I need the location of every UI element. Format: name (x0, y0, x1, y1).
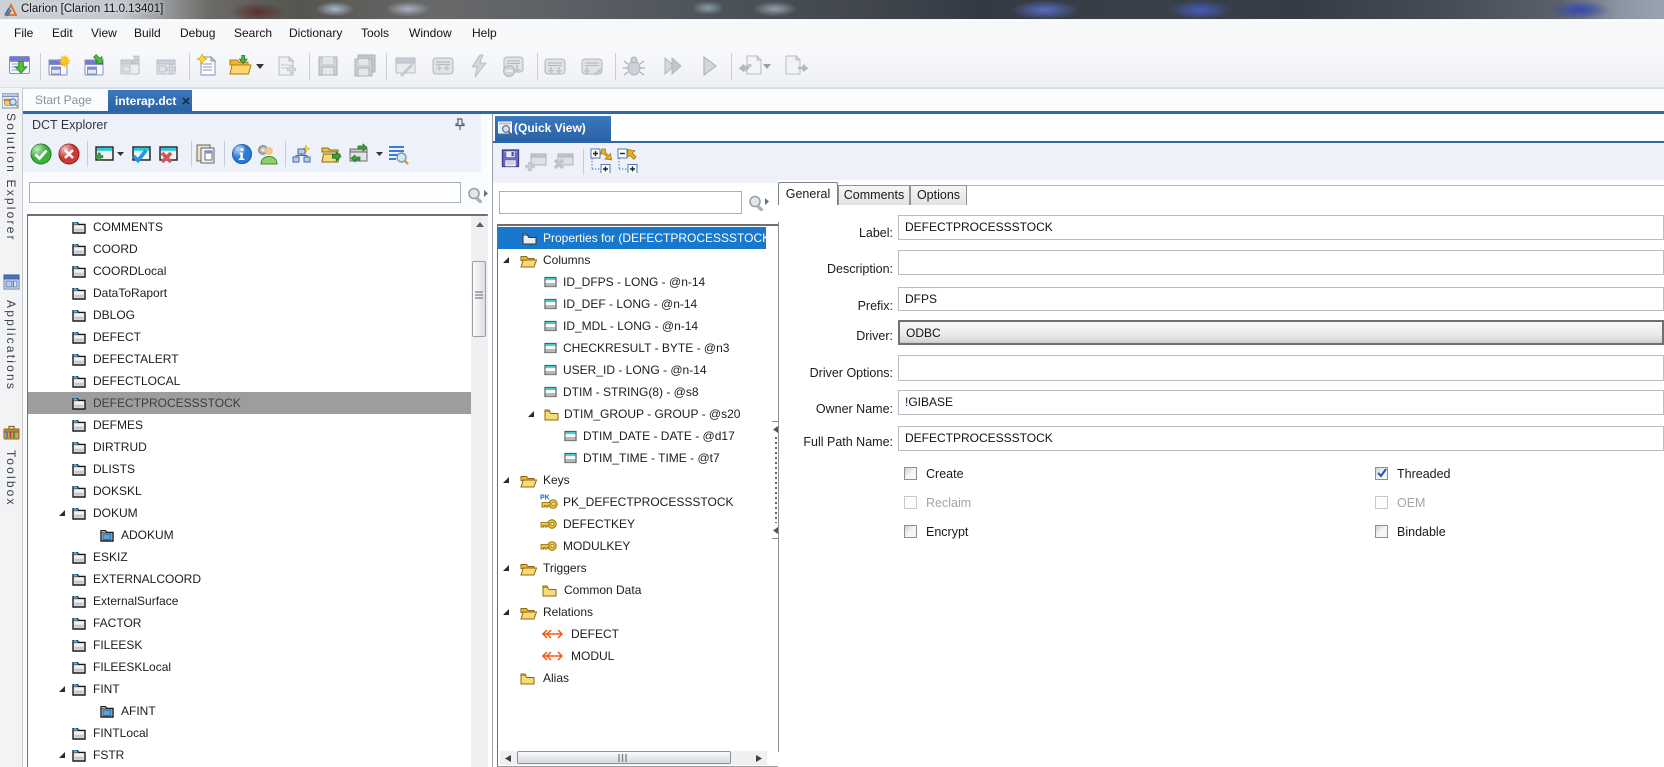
svg-text:PK: PK (540, 495, 550, 502)
